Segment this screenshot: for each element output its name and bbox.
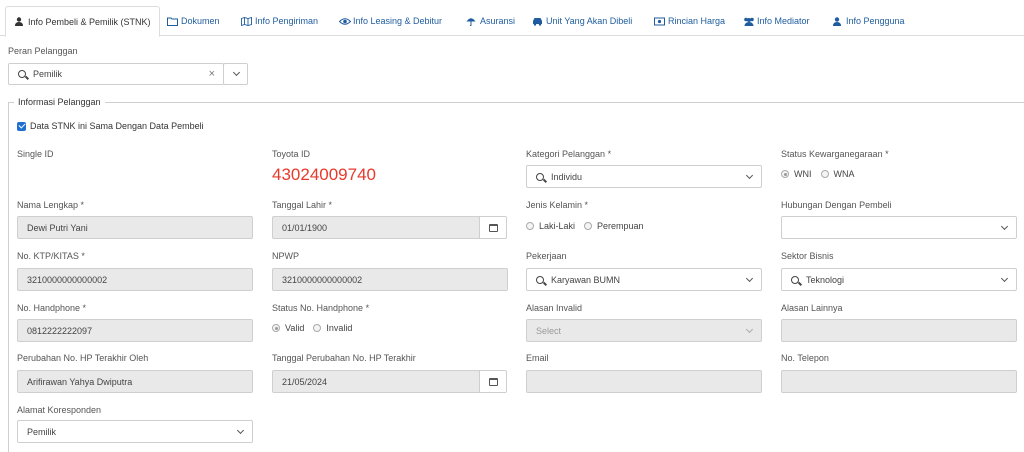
fieldset-border-left [8, 102, 9, 452]
alasan-invalid-label: Alasan Invalid [526, 303, 583, 313]
chevron-down-icon [745, 325, 754, 334]
chevron-down-icon [232, 68, 241, 77]
tab-dokumen[interactable]: Dokumen [159, 6, 228, 36]
hubungan-label: Hubungan Dengan Pembeli [781, 200, 892, 210]
tgl-perubahan-field[interactable]: 21/05/2024 [272, 370, 480, 393]
alasan-invalid-select[interactable]: Select [526, 319, 762, 342]
telepon-label: No. Telepon [781, 353, 829, 363]
tgl-lahir-calendar-button[interactable] [479, 216, 507, 239]
users-icon [743, 17, 754, 26]
chevron-down-icon [745, 171, 754, 180]
email-field[interactable] [526, 370, 762, 393]
peran-select[interactable]: Pemilik × [8, 63, 224, 85]
alamat-select[interactable]: Pemilik [17, 420, 253, 443]
user-icon [832, 16, 842, 26]
toyota-id-label: Toyota ID [272, 149, 311, 159]
search-icon [791, 275, 799, 284]
email-label: Email [526, 353, 549, 363]
tgl-perubahan-label: Tanggal Perubahan No. HP Terakhir [272, 353, 416, 363]
pekerjaan-label: Pekerjaan [526, 251, 567, 261]
npwp-field[interactable]: 3210000000000002 [272, 268, 508, 291]
sektor-label: Sektor Bisnis [781, 251, 834, 261]
handphone-label: No. Handphone * [17, 303, 87, 313]
tab-info-pengguna[interactable]: Info Pengguna [824, 6, 913, 36]
radio-icon [820, 170, 829, 178]
jenis-kelamin-radio-group: Laki-Laki Perempuan [526, 221, 653, 231]
pekerjaan-select[interactable]: Karyawan BUMN [526, 268, 762, 291]
chevron-down-icon [1000, 222, 1009, 231]
radio-icon [584, 222, 593, 230]
tab-info-mediator[interactable]: Info Mediator [735, 6, 818, 36]
kewarganegaraan-radio-group: WNI WNA [781, 169, 864, 179]
chevron-down-icon [1000, 274, 1009, 283]
kewarganegaraan-label: Status Kewarganegaraan * [781, 149, 889, 159]
calendar-icon [488, 223, 498, 232]
status-hp-radio-group: Valid Invalid [272, 323, 361, 333]
radio-icon [272, 324, 280, 332]
radio-valid[interactable]: Valid [272, 323, 304, 333]
radio-icon [526, 222, 534, 230]
eye-icon [338, 17, 352, 26]
tab-info-pengiriman[interactable]: Info Pengiriman [233, 6, 326, 36]
chevron-down-icon [236, 426, 245, 435]
user-icon [14, 17, 24, 26]
ktp-label: No. KTP/KITAS * [17, 251, 85, 261]
search-icon [536, 172, 544, 181]
status-hp-label: Status No. Handphone * [272, 303, 370, 313]
same-data-checkbox[interactable]: Data STNK ini Sama Dengan Data Pembeli [17, 121, 204, 131]
folder-icon [167, 17, 178, 26]
tab-rincian-harga[interactable]: Rincian Harga [646, 6, 733, 36]
toyota-id-value: 43024009740 [272, 165, 377, 184]
tgl-lahir-field[interactable]: 01/01/1900 [272, 216, 480, 239]
tab-bar: Info Pembeli & Pemilik (STNK) Dokumen In… [0, 0, 1024, 37]
fieldset-border [8, 102, 1024, 103]
tab-asuransi[interactable]: Asuransi [458, 6, 523, 36]
tab-info-leasing[interactable]: Info Leasing & Debitur [331, 6, 450, 36]
kategori-select[interactable]: Individu [526, 165, 762, 188]
peran-label: Peran Pelanggan [8, 46, 78, 56]
hubungan-select[interactable] [781, 216, 1017, 239]
radio-invalid[interactable]: Invalid [313, 323, 352, 333]
single-id-label: Single ID [17, 149, 54, 159]
peran-dropdown-button[interactable] [223, 63, 248, 85]
radio-laki-laki[interactable]: Laki-Laki [526, 221, 575, 231]
perubahan-oleh-field[interactable]: Arifirawan Yahya Dwiputra [17, 370, 253, 393]
section-legend: Informasi Pelanggan [14, 97, 105, 107]
alamat-label: Alamat Koresponden [17, 405, 102, 415]
search-icon [18, 70, 26, 78]
radio-wna[interactable]: WNA [820, 169, 855, 179]
npwp-label: NPWP [272, 251, 299, 261]
tgl-perubahan-calendar-button[interactable] [479, 370, 507, 393]
check-icon [17, 121, 26, 131]
handphone-field[interactable]: 0812222222097 [17, 319, 253, 342]
sektor-select[interactable]: Teknologi [781, 268, 1017, 291]
radio-perempuan[interactable]: Perempuan [584, 221, 644, 231]
search-icon [536, 275, 544, 284]
clear-icon[interactable]: × [209, 68, 215, 80]
alasan-lainnya-label: Alasan Lainnya [781, 303, 843, 313]
tgl-lahir-label: Tanggal Lahir * [272, 200, 333, 210]
alasan-lainnya-field[interactable] [781, 319, 1017, 342]
kategori-label: Kategori Pelanggan * [526, 149, 612, 159]
tab-unit[interactable]: Unit Yang Akan Dibeli [524, 6, 640, 36]
ktp-field[interactable]: 3210000000000002 [17, 268, 253, 291]
money-icon [654, 17, 665, 26]
tab-info-pembeli[interactable]: Info Pembeli & Pemilik (STNK) [5, 6, 160, 37]
car-icon [532, 17, 542, 26]
radio-icon [313, 324, 322, 332]
chevron-down-icon [745, 274, 754, 283]
jenis-kelamin-label: Jenis Kelamin * [526, 200, 589, 210]
nama-label: Nama Lengkap * [17, 200, 85, 210]
perubahan-oleh-label: Perubahan No. HP Terakhir Oleh [17, 353, 149, 363]
nama-field[interactable]: Dewi Putri Yani [17, 216, 253, 239]
radio-wni[interactable]: WNI [781, 169, 812, 179]
telepon-field[interactable] [781, 370, 1017, 393]
map-icon [241, 16, 252, 26]
radio-icon [781, 170, 789, 178]
calendar-icon [488, 377, 498, 386]
umbrella-icon [466, 17, 476, 26]
